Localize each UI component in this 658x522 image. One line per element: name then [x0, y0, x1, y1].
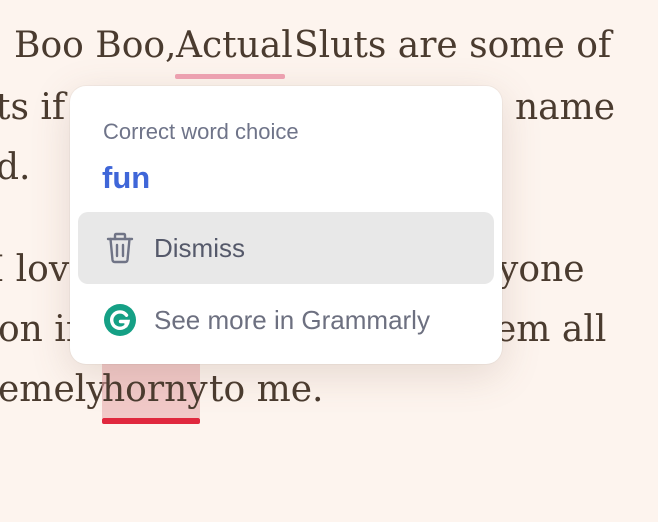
text-line-1-start: Boo Boo, [14, 25, 177, 66]
text-line-1-end: Sluts are some of [294, 25, 612, 66]
dismiss-button[interactable]: Dismiss [78, 212, 494, 284]
text-line-4-start: I lov [0, 249, 70, 290]
text-line-5-end: em all [495, 309, 607, 350]
grammarly-logo-icon [104, 304, 136, 336]
see-more-label: See more in Grammarly [154, 304, 430, 335]
horny-underline[interactable] [102, 418, 200, 424]
trash-icon [104, 232, 136, 264]
suggestion-category: Correct word choice [103, 119, 299, 144]
text-line-2-start: ts if [0, 87, 66, 128]
text-line-6-start: emely [0, 369, 107, 410]
dismiss-label: Dismiss [154, 232, 245, 263]
text-line-4-end: yone [498, 249, 585, 290]
flagged-word-actual[interactable]: Actual [176, 24, 293, 68]
text-line-6-end: to me. [209, 369, 324, 410]
text-line-2-end: name [515, 87, 616, 128]
actual-underline[interactable] [175, 74, 285, 79]
suggested-replacement[interactable]: fun [102, 160, 150, 196]
grammarly-suggestion-card: Correct word choice fun Dismiss See more… [70, 86, 502, 364]
see-more-grammarly-button[interactable]: See more in Grammarly [78, 284, 494, 356]
flagged-word-horny[interactable]: horny [102, 368, 208, 412]
text-line-3: d. [0, 147, 31, 188]
